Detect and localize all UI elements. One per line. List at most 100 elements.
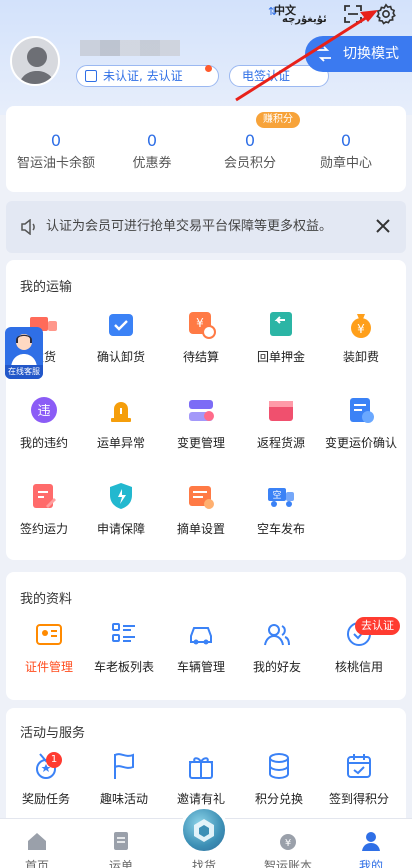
tab-label: 运单 <box>108 859 133 868</box>
grid-item-label: 装卸费 <box>342 350 379 364</box>
grid-item[interactable]: 证件管理 <box>9 618 89 675</box>
grid-item-label: 变更管理 <box>176 436 225 450</box>
grid-item-label: 邀请有礼 <box>176 792 225 806</box>
scan-icon[interactable] <box>343 4 363 24</box>
car-icon <box>190 627 212 645</box>
grid-item-label: 核桃信用 <box>334 660 383 674</box>
grid-item-label: 我的好友 <box>252 660 301 674</box>
list-icon <box>112 623 135 642</box>
tab-label: 找货 <box>191 859 216 868</box>
stat-fuel-card[interactable]: 0 智运油卡余额 <box>6 132 106 172</box>
grid-item-label: 待结算 <box>182 350 219 364</box>
grid-item-label: 确认卸货 <box>96 350 145 364</box>
grid-item[interactable]: 回单押金 <box>241 308 321 365</box>
stat-label: 智运油卡余额 <box>16 156 95 171</box>
svg-text:空: 空 <box>272 489 281 501</box>
grid-item-label: 运单异常 <box>96 436 145 450</box>
find-cargo-center-button[interactable] <box>180 806 228 854</box>
notice-text: 认证为会员可进行抢单交易平台保障等更多权益。 <box>46 219 333 234</box>
grid-item-label: 摘单设置 <box>176 522 225 536</box>
grid-item[interactable]: 确认卸货 <box>81 308 161 365</box>
stat-medal-center[interactable]: 0 勋章中心 <box>296 132 396 172</box>
svg-text:违: 违 <box>37 404 50 419</box>
grid-item[interactable]: 运单异常 <box>81 394 161 451</box>
grid-item[interactable]: 我的好友 <box>237 618 317 675</box>
tab-item[interactable]: 我的 <box>330 819 412 868</box>
grid-item-label: 申请保障 <box>96 522 145 536</box>
notice-bar: 认证为会员可进行抢单交易平台保障等更多权益。 <box>6 201 406 253</box>
grid-item[interactable]: 摘单设置 <box>161 480 241 537</box>
grid-item-label: 趣味活动 <box>99 792 148 806</box>
flag-icon <box>114 753 134 779</box>
grid-item[interactable]: 车老板列表 <box>84 618 164 675</box>
sign-contract-icon <box>33 484 56 508</box>
speaker-icon <box>21 219 35 235</box>
alarm-light-icon <box>111 402 131 422</box>
grid-item[interactable]: 签到得积分 <box>319 750 399 807</box>
stat-value: 0 <box>244 131 256 150</box>
grid-item[interactable]: 违我的违约 <box>4 394 84 451</box>
language-switch[interactable]: ⇅ 中文 ئۇيغۇرچە <box>268 2 328 28</box>
settle-clock-icon: ¥ <box>189 312 216 339</box>
certify-button[interactable]: 未认证, 去认证 <box>76 65 219 87</box>
reward-task-badge: 1 <box>46 752 62 768</box>
section-title: 活动与服务 <box>20 726 86 741</box>
tab-item[interactable]: ¥ 智运账本 <box>247 819 329 868</box>
grid-item-label: 车辆管理 <box>176 660 225 674</box>
profile-section: 我的资料 证件管理 车老板列表 车辆管理 我的好友 核桃信用 <box>6 572 406 700</box>
shield-icon <box>110 483 132 509</box>
settings-gear-icon[interactable] <box>375 3 397 25</box>
grid-item-label: 证件管理 <box>24 660 73 674</box>
stat-member-points[interactable]: 0 会员积分 <box>200 132 300 172</box>
close-icon[interactable] <box>374 217 392 235</box>
change-manage-icon <box>189 400 214 421</box>
gift-icon <box>189 757 213 779</box>
calendar-check-icon <box>347 754 371 778</box>
grid-item[interactable]: 签约运力 <box>4 480 84 537</box>
switch-mode-icon <box>317 46 331 62</box>
empty-truck-icon: 空 <box>268 488 294 507</box>
grid-item[interactable]: 车辆管理 <box>161 618 241 675</box>
earn-points-tag[interactable]: 赚积分 <box>256 112 300 128</box>
certify-scan-icon <box>85 70 97 82</box>
grid-item[interactable]: 返程货源 <box>241 394 321 451</box>
stat-label: 会员积分 <box>223 156 276 171</box>
user-icon <box>362 832 380 851</box>
stat-value: 0 <box>146 131 158 150</box>
tab-label: 我的 <box>358 859 383 868</box>
grid-item-label: 我的违约 <box>19 436 68 450</box>
grid-item[interactable]: 邀请有礼 <box>161 750 241 807</box>
home-icon <box>28 833 46 850</box>
grid-item[interactable]: ¥ 待结算 <box>161 308 241 365</box>
grid-item[interactable]: 趣味活动 <box>84 750 164 807</box>
grid-item[interactable]: ¥ 装卸费 <box>321 308 401 365</box>
section-title: 我的运输 <box>20 280 73 295</box>
tab-item[interactable]: 首页 <box>0 819 78 868</box>
svg-text:¥: ¥ <box>357 322 365 336</box>
grid-item-label: 返程货源 <box>256 436 305 450</box>
grid-item[interactable]: 变更运价确认 <box>321 394 401 451</box>
ledger-icon: ¥ <box>280 834 296 850</box>
price-change-icon <box>350 398 374 423</box>
grid-item-label: 变更运价确认 <box>324 436 397 450</box>
stat-label: 勋章中心 <box>319 156 372 171</box>
coins-icon <box>269 753 289 780</box>
switch-mode-button[interactable]: 切换模式 <box>305 36 412 72</box>
grid-item-label: 签约运力 <box>19 522 68 536</box>
order-setting-icon <box>189 486 214 509</box>
stat-coupons[interactable]: 0 优惠券 <box>102 132 202 172</box>
grid-item[interactable]: 积分兑换 <box>239 750 319 807</box>
tab-item[interactable]: 运单 <box>80 819 162 868</box>
avatar[interactable] <box>10 36 60 86</box>
go-certify-tag[interactable]: 去认证 <box>355 617 400 635</box>
grid-item-label: 签到得积分 <box>328 792 389 806</box>
online-service-label: 在线客服 <box>5 365 43 379</box>
online-service-button[interactable]: 在线客服 <box>5 327 43 379</box>
violation-icon: 违 <box>31 397 57 423</box>
grid-item[interactable]: 申请保障 <box>81 480 161 537</box>
certify-dot <box>205 65 212 72</box>
grid-item[interactable]: 空空车发布 <box>241 480 321 537</box>
user-name-blurred <box>80 40 180 56</box>
transport-section: 我的运输 发货 确认卸货 ¥ 待结算 回单押金 ¥ 装卸费违我的违约 运单异常 变更管理 返程货源… <box>6 260 406 560</box>
grid-item[interactable]: 变更管理 <box>161 394 241 451</box>
